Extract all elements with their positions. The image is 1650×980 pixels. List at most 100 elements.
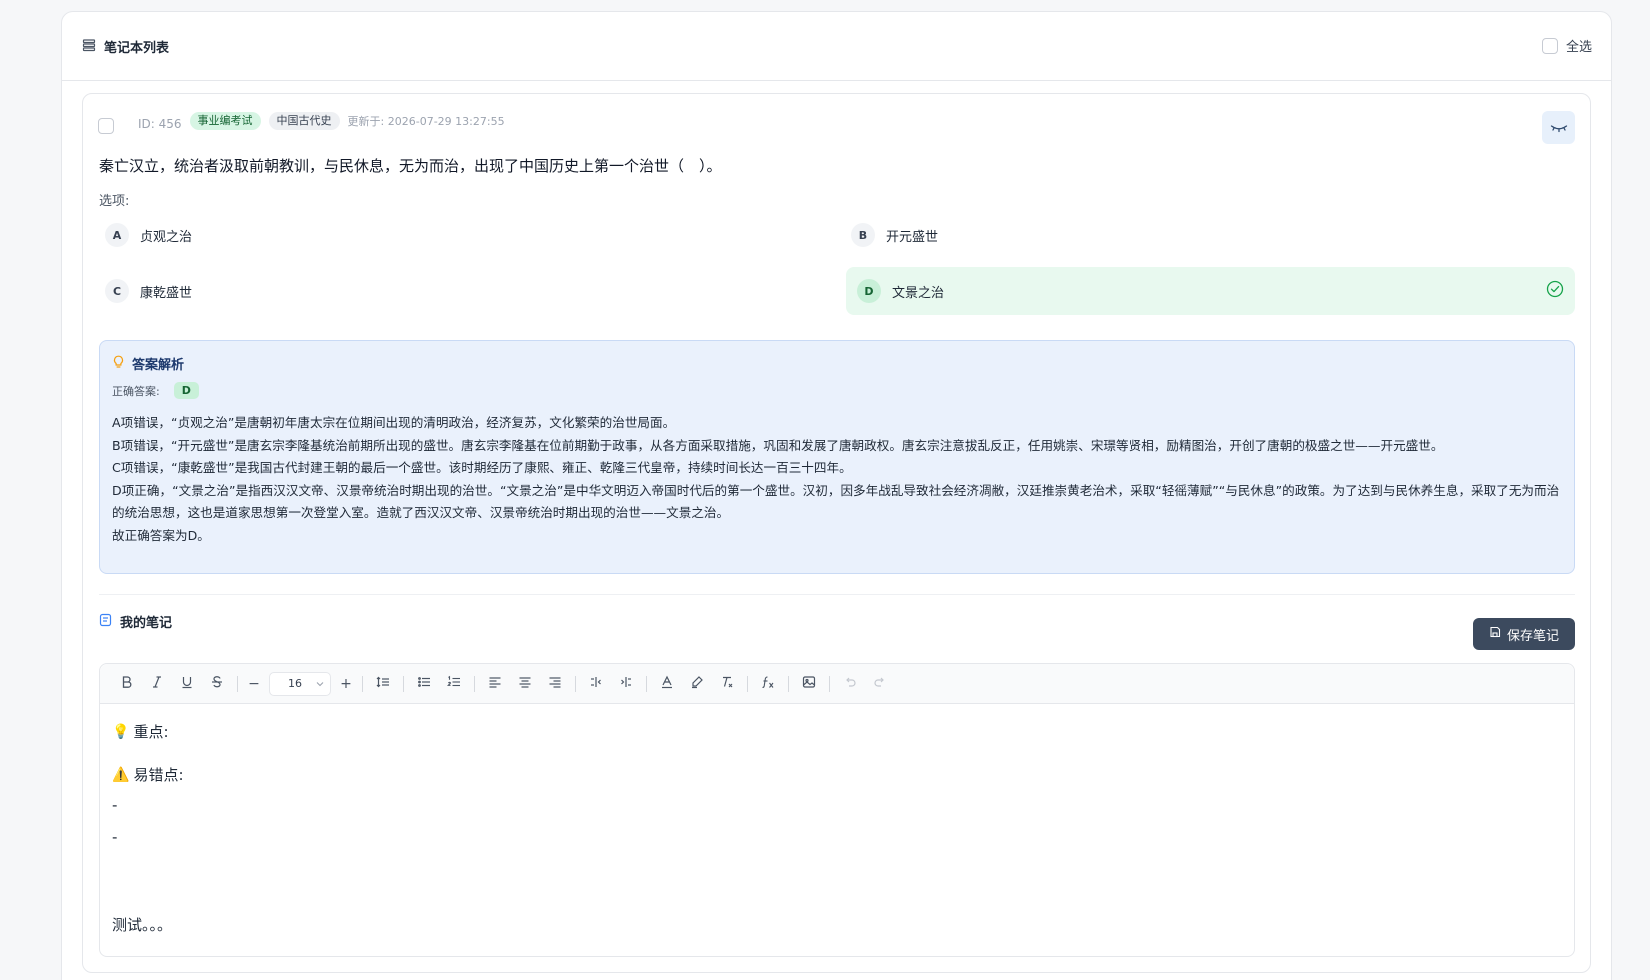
underline-icon: [180, 674, 194, 693]
font-color-icon: [660, 674, 674, 693]
tag-exam-type: 事业编考试: [189, 112, 261, 130]
undo-button[interactable]: [835, 671, 865, 697]
correct-answer-label: 正确答案:: [112, 384, 160, 398]
pitfalls-text: 易错点:: [133, 766, 184, 784]
redo-icon: [873, 674, 887, 693]
strikethrough-button[interactable]: [202, 671, 232, 697]
toolbar-separator: [646, 675, 647, 692]
card-meta: ID: 456 事业编考试 中国古代史 更新于: 2026-07-29 13:2…: [138, 111, 505, 131]
indent-increase-button[interactable]: [611, 671, 641, 697]
bullet-line-2: -: [112, 828, 118, 846]
option-text: 文景之治: [892, 285, 945, 301]
analysis-line-d: D项正确，“文景之治”是指西汉汉文帝、汉景帝统治时期出现的治世。“文景之治”是中…: [112, 482, 1560, 521]
eye-closed-icon: [1550, 118, 1568, 137]
bold-button[interactable]: [112, 671, 142, 697]
lightbulb-emoji: 💡: [112, 723, 130, 740]
align-center-button[interactable]: [510, 671, 540, 697]
toolbar-separator: [575, 675, 576, 692]
bullet-list-button[interactable]: [409, 671, 439, 697]
toolbar-separator: [403, 675, 404, 692]
select-all-label: 全选: [1565, 40, 1592, 55]
font-size-decrease-button[interactable]: −: [243, 676, 265, 692]
toolbar-separator: [362, 675, 363, 692]
option-b[interactable]: B 开元盛世: [840, 211, 1575, 259]
toolbar-separator: [237, 675, 238, 692]
save-note-button[interactable]: 保存笔记: [1473, 618, 1575, 650]
question-text: 秦亡汉立，统治者汲取前朝教训，与民休息，无为而治，出现了中国历史上第一个治世（ …: [99, 157, 722, 175]
align-left-button[interactable]: [480, 671, 510, 697]
card-checkbox[interactable]: [98, 118, 114, 134]
lightbulb-icon: [112, 355, 125, 373]
option-text: 贞观之治: [140, 229, 193, 245]
align-right-icon: [548, 674, 562, 693]
select-all-box[interactable]: [1541, 37, 1558, 54]
redo-button[interactable]: [865, 671, 895, 697]
analysis-line-c: C项错误，“康乾盛世”是我国古代封建王朝的最后一个盛世。该时期经历了康熙、雍正、…: [112, 460, 852, 476]
correct-answer-badge: D: [173, 382, 199, 399]
clear-format-icon: [720, 674, 734, 693]
option-letter: C: [105, 279, 129, 303]
font-color-button[interactable]: [652, 671, 682, 697]
toolbar-separator: [474, 675, 475, 692]
align-center-icon: [518, 674, 532, 693]
option-a[interactable]: A 贞观之治: [94, 211, 824, 259]
save-note-label: 保存笔记: [1506, 628, 1559, 644]
numbered-list-icon: [447, 674, 461, 693]
check-circle-icon: [1546, 280, 1564, 302]
warning-emoji: ⚠️: [112, 766, 130, 783]
option-text: 康乾盛世: [140, 285, 193, 301]
font-size-select[interactable]: 16: [269, 671, 331, 696]
analysis-conclusion: 故正确答案为D。: [112, 527, 210, 543]
correct-answer-row: 正确答案: D: [112, 382, 199, 399]
toolbar-separator: [747, 675, 748, 692]
panel-header: 笔记本列表 全选: [62, 12, 1611, 81]
line-height-icon: [376, 674, 390, 693]
align-left-icon: [488, 674, 502, 693]
line-height-button[interactable]: [368, 671, 398, 697]
italic-icon: [150, 674, 164, 693]
font-size-value: 16: [288, 677, 302, 690]
notebook-list-panel: 笔记本列表 全选 ID: 456 事业编考试 中国古代史 更新于: 2026-0…: [61, 11, 1612, 980]
panel-title: 笔记本列表: [104, 40, 170, 56]
option-letter: A: [105, 223, 129, 247]
align-right-button[interactable]: [540, 671, 570, 697]
pitfalls-line: ⚠️ 易错点:: [112, 764, 184, 785]
bullet-line-1: -: [112, 796, 118, 814]
clear-format-button[interactable]: [712, 671, 742, 697]
select-all-checkbox[interactable]: 全选: [1541, 36, 1592, 55]
toolbar-separator: [829, 675, 830, 692]
bold-icon: [120, 674, 134, 693]
toolbar-separator: [788, 675, 789, 692]
underline-button[interactable]: [172, 671, 202, 697]
option-d-correct[interactable]: D 文景之治: [846, 267, 1575, 315]
numbered-list-button[interactable]: [439, 671, 469, 697]
highlight-button[interactable]: [682, 671, 712, 697]
option-c[interactable]: C 康乾盛世: [94, 267, 824, 315]
indent-decrease-icon: [589, 674, 603, 693]
highlight-icon: [690, 674, 704, 693]
formula-button[interactable]: [753, 671, 783, 697]
insert-image-button[interactable]: [794, 671, 824, 697]
key-points-line: 💡 重点:: [112, 721, 169, 742]
formula-icon: [761, 674, 775, 693]
analysis-title: 答案解析: [132, 358, 185, 373]
undo-icon: [843, 674, 857, 693]
question-id: ID: 456: [138, 117, 182, 131]
indent-decrease-button[interactable]: [581, 671, 611, 697]
toggle-visibility-button[interactable]: [1542, 111, 1575, 144]
divider: [99, 594, 1575, 595]
option-letter: B: [851, 223, 875, 247]
options-label: 选项:: [99, 194, 130, 209]
answer-analysis: 答案解析 正确答案: D A项错误，“贞观之治”是唐朝初年唐太宗在位期间出现的清…: [99, 340, 1575, 574]
note-icon: [99, 613, 112, 631]
bullet-list-icon: [417, 674, 431, 693]
font-size-increase-button[interactable]: +: [335, 676, 357, 692]
key-points-text: 重点:: [133, 723, 169, 741]
save-icon: [1489, 626, 1501, 642]
chevron-down-icon: [316, 677, 324, 690]
italic-button[interactable]: [142, 671, 172, 697]
list-icon: [82, 37, 96, 56]
analysis-line-a: A项错误，“贞观之治”是唐朝初年唐太宗在位期间出现的清明政治，经济复苏，文化繁荣…: [112, 415, 676, 430]
test-text-line: 测试。。。: [112, 916, 173, 934]
note-editor: − 16 + 💡 重点: ⚠️ 易错点: - - 测试。。。: [99, 663, 1575, 957]
